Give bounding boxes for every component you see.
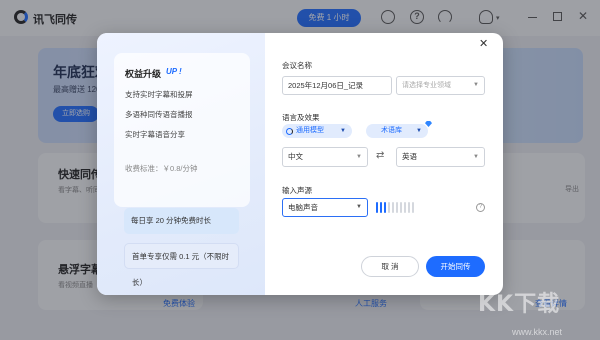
target-language-value: 英语 <box>402 152 417 161</box>
audio-level-bar <box>412 202 414 213</box>
audio-level-bar <box>396 202 398 213</box>
model-icon <box>286 127 293 135</box>
benefits-up-tag: UP ! <box>166 67 182 76</box>
audio-level-bar <box>376 202 378 213</box>
benefits-card: 权益升级 UP ! 支持实时字幕和投屏 多语种同传语音播报 实时字幕语音分享 收… <box>114 53 250 207</box>
target-language-select[interactable]: 英语 ▼ <box>396 147 485 167</box>
audio-level-bar <box>380 202 382 213</box>
price-standard: 收费标准：￥0.8/分钟 <box>125 164 198 173</box>
close-icon[interactable]: ✕ <box>479 37 488 50</box>
source-language-value: 中文 <box>288 152 303 161</box>
audio-level-bar <box>408 202 410 213</box>
audio-level-bar <box>404 202 406 213</box>
chevron-down-icon: ▼ <box>473 82 479 88</box>
meeting-name-input[interactable]: 2025年12月06日_记录 <box>282 76 392 95</box>
model-label: 通用模型 <box>296 127 324 134</box>
termbase-select[interactable]: 术语库 ▼ <box>366 124 428 138</box>
audio-source-value: 电脑声音 <box>288 203 318 212</box>
chevron-down-icon: ▼ <box>416 128 422 134</box>
audio-level-bar <box>384 202 386 213</box>
domain-placeholder: 请选择专业领域 <box>402 82 451 89</box>
audio-source-select[interactable]: 电脑声音 ▼ <box>282 198 368 217</box>
domain-select[interactable]: 请选择专业领域 ▼ <box>396 76 485 95</box>
cancel-button[interactable]: 取 消 <box>361 256 419 277</box>
start-interpretation-dialog: 权益升级 UP ! 支持实时字幕和投屏 多语种同传语音播报 实时字幕语音分享 收… <box>97 33 503 295</box>
audio-level-meter <box>376 202 416 213</box>
source-language-select[interactable]: 中文 ▼ <box>282 147 368 167</box>
chevron-down-icon: ▼ <box>473 154 479 160</box>
plan-first-order[interactable]: 首单专享仅需 0.1 元（不限时长） <box>124 243 239 287</box>
chevron-down-icon: ▼ <box>340 128 346 134</box>
benefit-item: 支持实时字幕和投屏 <box>125 90 193 99</box>
settings-panel: ✕ 会议名称 2025年12月06日_记录 请选择专业领域 ▼ 语言及效果 通用… <box>265 33 503 295</box>
audio-level-bar <box>392 202 394 213</box>
benefit-item: 多语种同传语音播报 <box>125 110 193 119</box>
help-circle-icon[interactable]: ? <box>476 203 485 212</box>
termbase-label: 术语库 <box>381 127 402 134</box>
watermark-logo: KK下载 <box>478 292 561 317</box>
benefit-item: 实时字幕语音分享 <box>125 130 185 139</box>
benefits-title: 权益升级 <box>125 69 162 79</box>
chevron-down-icon: ▼ <box>356 154 362 160</box>
start-interpretation-button[interactable]: 开始同传 <box>426 256 485 277</box>
language-effect-label: 语言及效果 <box>282 113 320 122</box>
chevron-down-icon: ▼ <box>356 204 362 210</box>
model-select[interactable]: 通用模型 ▼ <box>282 124 352 138</box>
plan-daily-free[interactable]: 每日享 20 分钟免费时长 <box>124 208 239 234</box>
audio-source-label: 输入声源 <box>282 186 312 195</box>
audio-level-bar <box>388 202 390 213</box>
audio-level-bar <box>400 202 402 213</box>
swap-languages-icon[interactable]: ⇄ <box>376 150 384 161</box>
meeting-name-label: 会议名称 <box>282 61 312 70</box>
watermark-url: www.kkx.net <box>512 327 563 337</box>
